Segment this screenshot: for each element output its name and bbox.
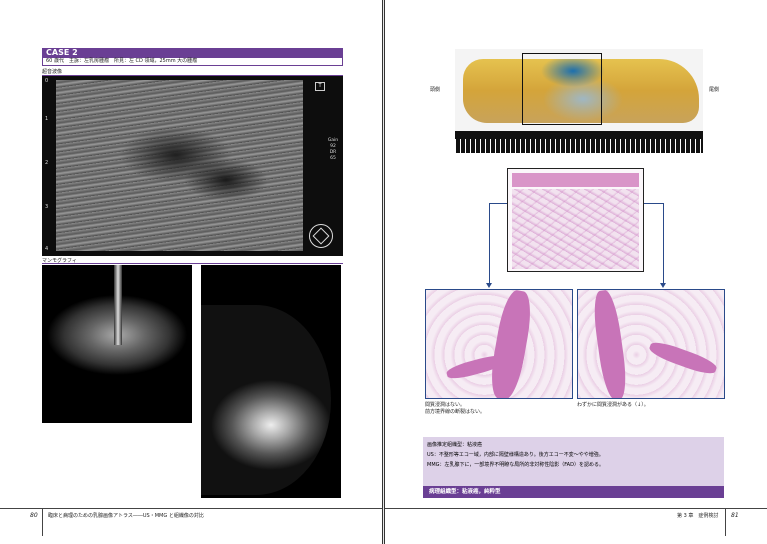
dr-value: 65 [330,156,336,161]
fibrous-septum [486,290,536,398]
mucin-pool [512,189,639,269]
right-page: 頭側 尾側 間質浸潤はない。 前方境界線の断裂はない。 わずかに間質浸潤がある（… [384,0,767,544]
connector-left-v [489,203,490,283]
caption-left-line2: 前方境界線の断裂はない。 [425,409,486,415]
histology-panel-left [425,289,573,399]
ultrasound-scan [56,80,303,251]
diagnosis-box: 画像推定組織型：粘液癌 US：不整形等エコー域，内部に隔壁様構造あり。後方エコー… [423,437,724,499]
footer-rule [0,508,382,509]
skin-layer [512,173,639,187]
arrow-down-icon [486,283,492,288]
breast-tissue [201,305,331,495]
connector-right-v [663,203,664,283]
caption-left-line1: 間質浸潤はない。 [425,402,466,408]
depth-tick-2: 2 [45,160,49,166]
footer-divider [42,508,43,536]
depth-tick-1: 1 [45,116,49,122]
imaging-diagnosis: 画像推定組織型：粘液癌 [427,442,483,448]
histology-panel-right [577,289,725,399]
pathology-diagnosis: 病理組織型：粘液癌，純粋型 [423,486,724,498]
measurement-ruler [455,131,703,153]
depth-tick-3: 3 [45,204,49,210]
caption-right: わずかに間質浸潤がある（↓）。 [577,402,649,408]
mammography-section-rule [42,263,343,264]
page-number: 81 [731,512,739,519]
running-footer: 臨床と病理のための乳腺画像アトラス――US・MMG と組織像の対比 [48,513,204,519]
region-of-interest-box [522,53,602,125]
running-footer: 第 3 章 症例検討 [677,513,719,519]
fibrous-septum [647,338,719,378]
mammogram-cc-view [42,265,192,423]
connector-left-h [489,203,507,204]
imaging-findings: 画像推定組織型：粘液癌 US：不整形等エコー域，内部に隔壁様構造あり。後方エコー… [423,437,724,486]
case-title-banner: CASE 2 [42,48,343,57]
ultrasound-settings: Gain 92 DR 65 [326,138,340,162]
histology-overview [507,168,644,272]
page-number: 80 [30,512,38,519]
case-description: 60 歳代 主訴：左乳房腫瘤 所見：左 CD 領域，25mm 大の腫瘤 [42,57,343,66]
specimen-label-cranial: 頭側 [430,87,441,93]
pectoral-shadow [114,265,122,345]
probe-position-icon [304,219,338,253]
transducer-marker: T [315,82,325,91]
ultrasound-section-label: 超音波像 [42,69,63,75]
footer-rule [385,508,767,509]
left-page: CASE 2 60 歳代 主訴：左乳房腫瘤 所見：左 CD 領域，25mm 大の… [0,0,383,544]
connector-right-h [644,203,663,204]
arrow-down-icon [660,283,666,288]
depth-tick-4: 4 [45,246,49,252]
fibrous-septum [590,290,630,398]
mmg-finding: MMG：左乳腺下に，一部境界不明瞭な局所的非対称性陰影（FAD）を認める。 [427,462,604,468]
us-finding: US：不整形等エコー域，内部に隔壁様構造あり。後方エコー不変～やや増強。 [427,452,604,458]
footer-divider [725,508,726,536]
depth-tick-0: 0 [45,78,49,84]
specimen-label-caudal: 尾側 [709,87,720,93]
mammogram-mlo-view [201,265,341,498]
ultrasound-image: 0 1 2 3 4 T Gain 92 DR 65 [42,76,343,256]
